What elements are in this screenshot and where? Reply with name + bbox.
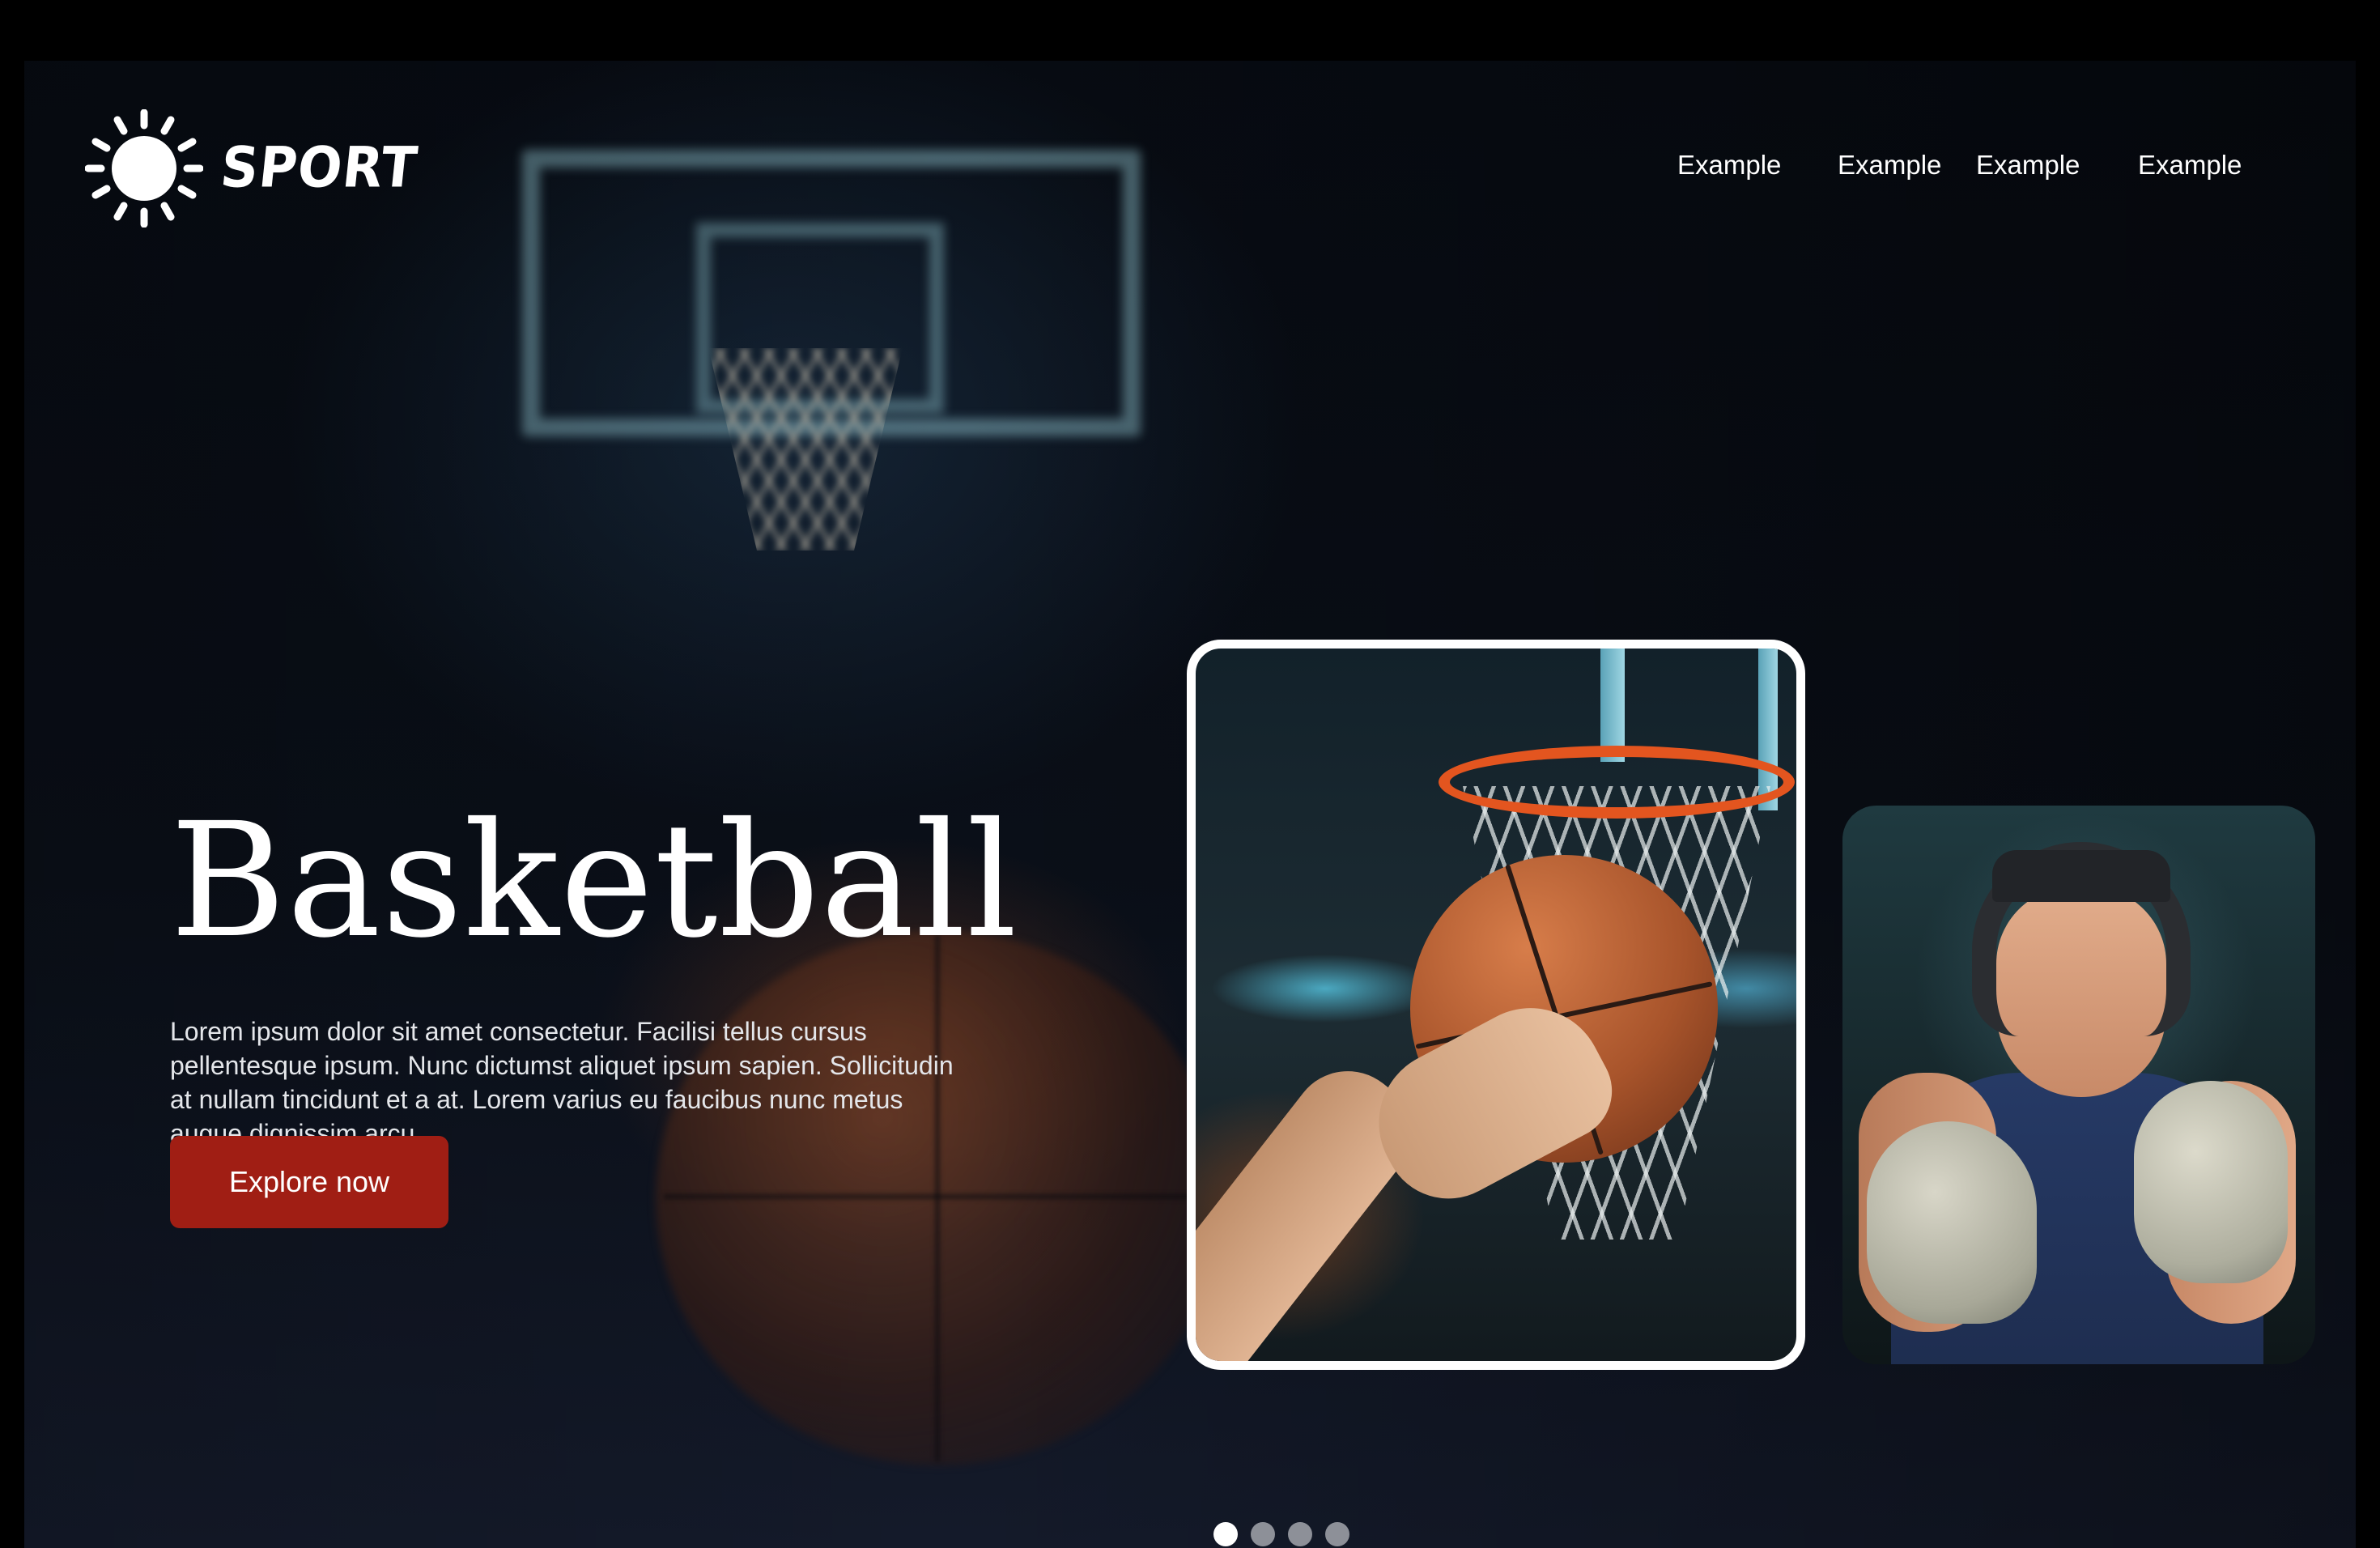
hoop-support <box>1600 649 1625 762</box>
boxing-glove-left <box>1867 1121 2037 1324</box>
boxing-helmet-band <box>1992 850 2170 902</box>
basketball-card[interactable] <box>1187 640 1805 1370</box>
main-nav: Example Example Example Example <box>24 150 2356 198</box>
nav-item-4[interactable]: Example <box>2138 150 2242 181</box>
explore-now-button[interactable]: Explore now <box>170 1136 448 1228</box>
hero-description: Lorem ipsum dolor sit amet consectetur. … <box>170 1017 954 1148</box>
nav-item-2[interactable]: Example <box>1838 150 1941 181</box>
hero-title: Basketball <box>170 789 1018 972</box>
nav-item-3[interactable]: Example <box>1976 150 2080 181</box>
carousel-pagination <box>1213 1522 1349 1546</box>
carousel-dot-2[interactable] <box>1251 1522 1275 1546</box>
hoop-rim <box>1439 746 1795 819</box>
hero-section: SPORT Example Example Example Example Ba… <box>24 61 2356 1548</box>
nav-item-1[interactable]: Example <box>1677 150 1781 181</box>
carousel-dot-1[interactable] <box>1213 1522 1238 1546</box>
carousel-dot-4[interactable] <box>1325 1522 1349 1546</box>
boxing-glove-right <box>2134 1081 2288 1283</box>
carousel-dot-3[interactable] <box>1288 1522 1312 1546</box>
boxing-card[interactable] <box>1842 806 2315 1364</box>
